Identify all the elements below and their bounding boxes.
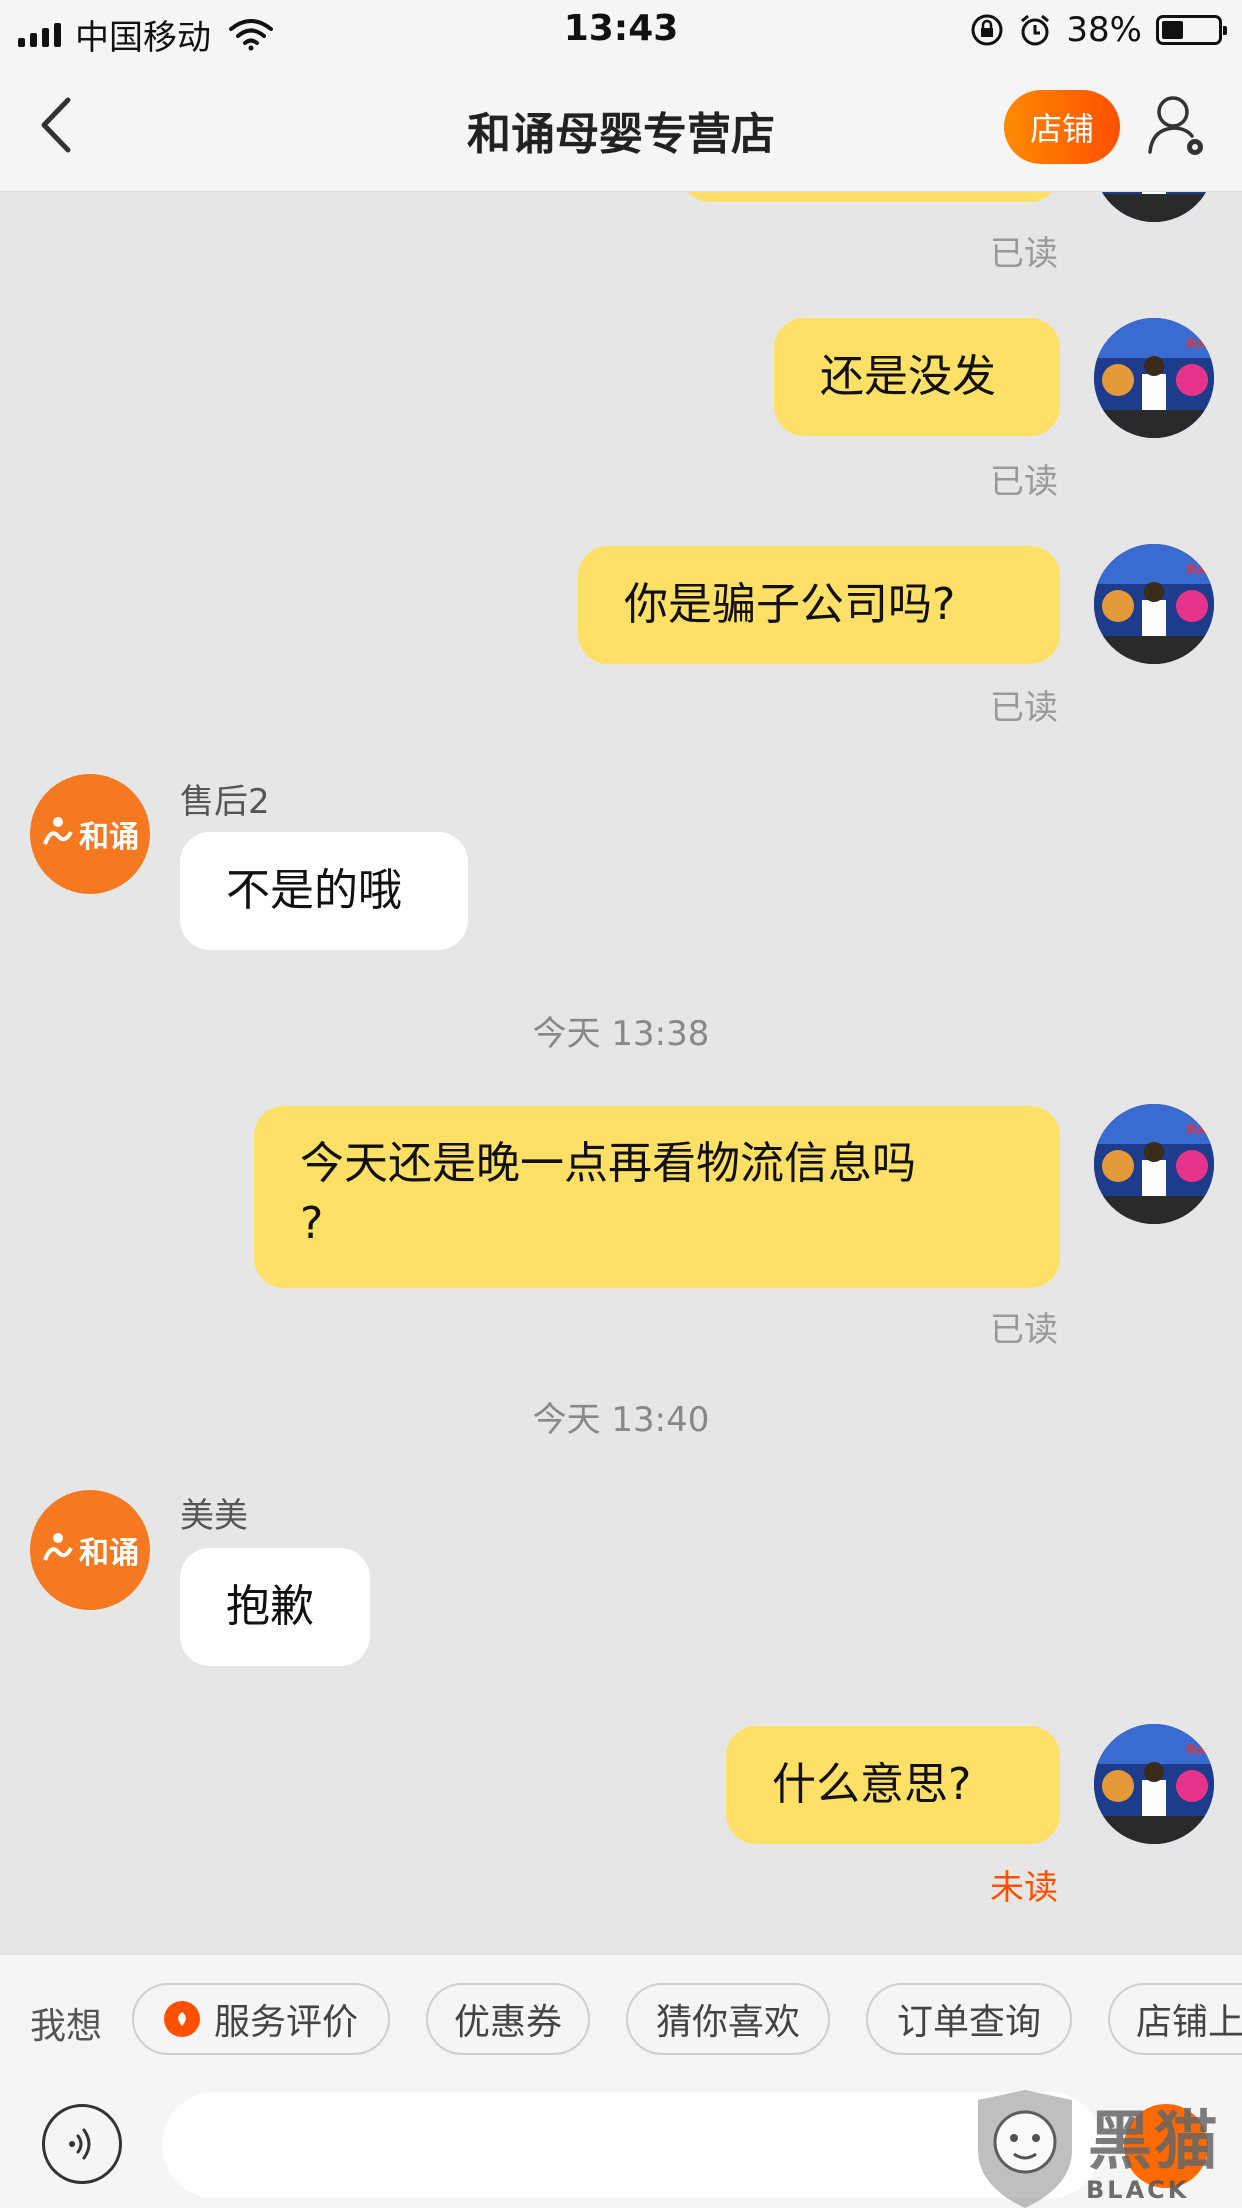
chat-area[interactable]: RACI 已读 还是没发 RACI 已读 你是骗子公司吗? RACI 已读 和诵… bbox=[0, 192, 1242, 1954]
quick-reply-recommend[interactable]: 猜你喜欢 bbox=[626, 1983, 830, 2055]
unread-status: 未读 bbox=[990, 1868, 1058, 1908]
message-line: 今天还是晚一点再看物流信息吗 bbox=[300, 1138, 916, 1189]
my-avatar[interactable]: RACI bbox=[1094, 192, 1214, 222]
timestamp: 今天 13:40 bbox=[532, 1400, 710, 1440]
watermark-text: 黑猫 bbox=[1088, 2105, 1220, 2179]
message-bubble[interactable]: 你是骗子公司吗? bbox=[578, 546, 1060, 664]
battery-percentage: 38% bbox=[1066, 10, 1142, 50]
message-bubble[interactable]: 还是没发 bbox=[774, 318, 1060, 436]
message-input[interactable] bbox=[162, 2092, 1102, 2198]
quick-reply-order-query[interactable]: 订单查询 bbox=[866, 1983, 1072, 2055]
read-status: 已读 bbox=[990, 688, 1058, 728]
shop-logo-icon bbox=[43, 1533, 73, 1561]
watermark-subtext: BLACK CAT bbox=[1086, 2176, 1190, 2208]
status-bar: 中国移动 13:43 38% bbox=[0, 0, 1242, 62]
message-bubble[interactable]: 今天还是晚一点再看物流信息吗 ? bbox=[254, 1106, 1060, 1288]
my-avatar[interactable]: RACI bbox=[1094, 1104, 1214, 1224]
nav-bar: 和诵母婴专营店 店铺 bbox=[0, 62, 1242, 192]
alarm-icon bbox=[1021, 14, 1050, 46]
message-bubble[interactable]: 抱歉 bbox=[180, 1548, 370, 1666]
read-status: 已读 bbox=[990, 462, 1058, 502]
read-status: 已读 bbox=[990, 234, 1058, 274]
shop-avatar[interactable]: 和诵 bbox=[30, 1490, 150, 1610]
svg-text:RACI: RACI bbox=[1186, 1121, 1214, 1137]
profile-settings-icon[interactable] bbox=[1146, 90, 1208, 160]
chip-label: 订单查询 bbox=[896, 2002, 1041, 2043]
chip-label: 猜你喜欢 bbox=[655, 2002, 800, 2043]
store-button[interactable]: 店铺 bbox=[1004, 90, 1120, 164]
chip-label: 服务评价 bbox=[213, 2002, 358, 2043]
voice-button[interactable] bbox=[42, 2104, 122, 2184]
my-avatar[interactable]: RACI bbox=[1094, 318, 1214, 438]
quick-reply-bar: 我想 服务评价 优惠券 猜你喜欢 订单查询 店铺上 bbox=[0, 1954, 1242, 2082]
chip-label: 店铺上 bbox=[1136, 2002, 1242, 2043]
cat-shield-icon bbox=[978, 2090, 1072, 2208]
quick-reply-label: 我想 bbox=[30, 2006, 103, 2047]
my-avatar[interactable]: RACI bbox=[1094, 1724, 1214, 1844]
message-bubble[interactable]: 什么意思? bbox=[726, 1726, 1060, 1844]
battery-icon bbox=[1156, 15, 1227, 45]
my-avatar[interactable]: RACI bbox=[1094, 544, 1214, 664]
chip-label: 优惠券 bbox=[453, 2002, 562, 2043]
quick-reply-service-review[interactable]: 服务评价 bbox=[132, 1983, 390, 2055]
voice-icon bbox=[69, 2128, 91, 2160]
rotation-lock-icon bbox=[971, 14, 1003, 46]
shop-logo-text: 和诵 bbox=[79, 1536, 139, 1571]
sender-name: 售后2 bbox=[180, 782, 270, 822]
black-cat-watermark: 黑猫 BLACK CAT bbox=[970, 2090, 1242, 2208]
message-line: ? bbox=[300, 1198, 324, 1249]
review-icon bbox=[163, 2001, 200, 2037]
message-bubble[interactable]: 不是的哦 bbox=[180, 832, 468, 950]
quick-reply-store[interactable]: 店铺上 bbox=[1108, 1983, 1242, 2055]
svg-text:RACI: RACI bbox=[1186, 335, 1214, 351]
svg-text:RACI: RACI bbox=[1186, 1741, 1214, 1757]
message-bubble-partial[interactable] bbox=[680, 192, 1060, 202]
svg-text:RACI: RACI bbox=[1186, 561, 1214, 577]
shop-logo-icon bbox=[43, 817, 73, 845]
read-status: 已读 bbox=[990, 1310, 1058, 1350]
timestamp: 今天 13:38 bbox=[532, 1014, 710, 1054]
quick-reply-coupon[interactable]: 优惠券 bbox=[426, 1983, 590, 2055]
shop-avatar[interactable]: 和诵 bbox=[30, 774, 150, 894]
sender-name: 美美 bbox=[180, 1496, 248, 1536]
shop-logo-text: 和诵 bbox=[79, 820, 139, 855]
